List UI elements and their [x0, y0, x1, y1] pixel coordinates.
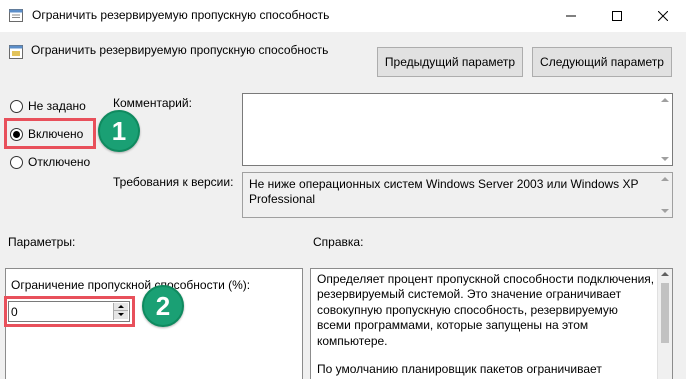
setting-icon — [9, 45, 23, 59]
highlight-enabled-option — [4, 118, 96, 149]
version-scrollbar[interactable] — [658, 173, 672, 217]
scroll-up-icon — [661, 272, 669, 276]
step-badge-2: 2 — [142, 285, 184, 327]
radio-not-configured[interactable]: Не задано — [10, 99, 86, 113]
radio-disabled[interactable]: Отключено — [10, 155, 90, 169]
help-label: Справка: — [313, 235, 364, 249]
scroll-down-icon — [661, 157, 669, 161]
step-badge-1: 1 — [98, 110, 140, 152]
previous-setting-button[interactable]: Предыдущий параметр — [377, 47, 523, 77]
comment-textarea[interactable] — [242, 93, 673, 166]
scroll-up-icon — [661, 98, 669, 102]
comment-label: Комментарий: — [113, 96, 192, 110]
close-icon — [658, 11, 668, 21]
bandwidth-limit-label: Ограничение пропускной способности (%): — [11, 278, 251, 292]
version-label: Требования к версии: — [113, 175, 234, 189]
radio-circle[interactable] — [10, 155, 23, 169]
comment-scrollbar[interactable] — [658, 94, 672, 165]
help-scrollbar[interactable] — [657, 269, 672, 379]
help-text: Определяет процент пропускной способност… — [317, 272, 655, 379]
parameters-label: Параметры: — [8, 235, 76, 249]
minimize-button[interactable] — [548, 0, 594, 32]
minimize-icon — [566, 15, 576, 17]
next-setting-button[interactable]: Следующий параметр — [532, 47, 672, 77]
maximize-button[interactable] — [594, 0, 640, 32]
close-button[interactable] — [640, 0, 686, 32]
policy-window-icon — [9, 9, 23, 22]
scroll-thumb[interactable] — [661, 283, 669, 343]
help-panel: Определяет процент пропускной способност… — [310, 268, 673, 379]
help-paragraph: Определяет процент пропускной способност… — [317, 272, 655, 348]
setting-name: Ограничить резервируемую пропускную спос… — [31, 43, 329, 57]
radio-label: Не задано — [28, 99, 86, 113]
help-paragraph: По умолчанию планировщик пакетов огранич… — [317, 362, 602, 377]
highlight-bandwidth-field — [4, 296, 135, 327]
scroll-up-icon — [661, 177, 669, 181]
radio-circle[interactable] — [10, 99, 23, 113]
scroll-down-icon — [661, 209, 669, 213]
version-requirements-box: Не ниже операционных систем Windows Serv… — [242, 172, 673, 218]
version-value: Не ниже операционных систем Windows Serv… — [249, 177, 639, 206]
radio-label: Отключено — [28, 155, 91, 169]
window-title: Ограничить резервируемую пропускную спос… — [32, 8, 330, 22]
maximize-icon — [612, 11, 622, 21]
